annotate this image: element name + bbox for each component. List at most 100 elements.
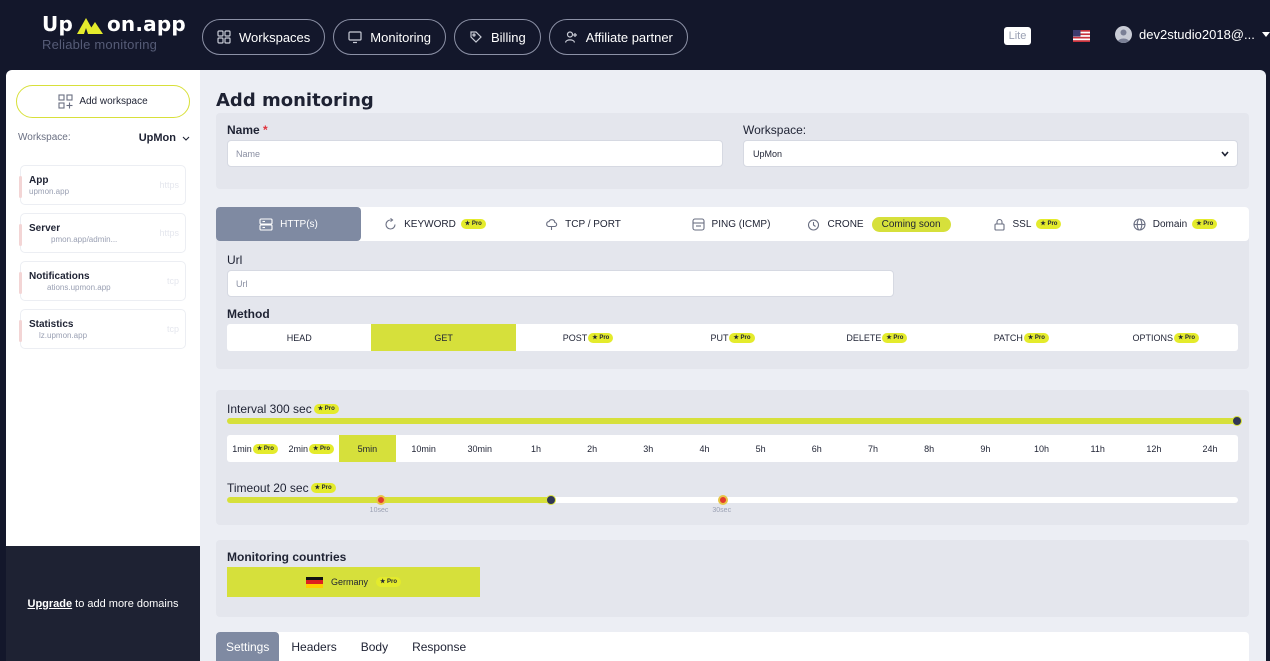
nav-label: Monitoring [370,29,431,45]
interval-2h[interactable]: 2h [564,435,620,462]
upgrade-link[interactable]: Upgrade [28,598,73,610]
nav-billing-button[interactable]: Billing [454,19,541,55]
interval-label: Interval 300 sec ★ Pro [227,402,339,416]
interval-3h[interactable]: 3h [620,435,676,462]
logo[interactable]: Up on.app Reliable monitoring [42,12,186,52]
interval-11h[interactable]: 11h [1070,435,1126,462]
method-delete[interactable]: DELETE ★ Pro [805,324,949,351]
grid-icon [217,30,231,44]
user-menu[interactable]: dev2studio2018@... [1115,26,1270,43]
method-selector: HEAD GET POST ★ Pro PUT ★ Pro DELETE ★ Pro … [227,324,1238,351]
workspace-selector[interactable]: Workspace: UpMon [18,132,190,144]
tab-ssl[interactable]: SSL ★ Pro [953,207,1101,241]
tab-https[interactable]: HTTP(s) [216,207,361,241]
site-item-server[interactable]: Server pmon.app/admin... https [19,213,186,253]
pro-badge-text: Pro [324,406,335,412]
nav-affiliate-button[interactable]: Affiliate partner [548,19,688,55]
pro-badge-text: Pro [1185,334,1196,341]
pro-badge: ★ Pro [1173,332,1200,343]
method-patch[interactable]: PATCH ★ Pro [949,324,1093,351]
site-item-app[interactable]: App upmon.app https [19,165,186,205]
url-input[interactable]: Url [227,270,894,297]
avatar-icon [1115,26,1132,43]
site-name: Server [29,223,61,234]
site-item-notifications[interactable]: Notifications ations.upmon.app tcp [19,261,186,301]
interval-7h[interactable]: 7h [845,435,901,462]
tab-settings[interactable]: Settings [216,632,280,661]
site-item-statistics[interactable]: Statistics lz.upmon.app tcp [19,309,186,349]
tab-tcp-port[interactable]: TCP / PORT [509,207,657,241]
method-head[interactable]: HEAD [227,324,371,351]
timeout-marker-label: 30sec [712,507,732,514]
tab-headers[interactable]: Headers [279,632,348,661]
method-label: Method [227,307,270,321]
method-put[interactable]: PUT ★ Pro [660,324,804,351]
interval-label-text: 1h [530,443,541,454]
tab-crone[interactable]: CRONE Coming soon [805,207,953,241]
nav-label: Billing [491,29,526,45]
pro-badge: ★ Pro [310,483,336,493]
pro-badge-text: Pro [387,579,398,585]
interval-label-text: Interval 300 sec [227,402,312,416]
interval-5h[interactable]: 5h [733,435,789,462]
add-workspace-label: Add workspace [79,96,148,107]
interval-label-text: 7h [867,443,878,454]
workspace-select[interactable]: UpMon [743,140,1238,167]
interval-5min[interactable]: 5min [339,435,396,462]
cloud-icon [546,218,558,230]
interval-slider-handle[interactable] [1232,416,1242,426]
interval-slider[interactable] [227,418,1238,424]
method-label-text: HEAD [286,332,312,343]
name-input[interactable]: Name [227,140,723,167]
interval-label-text: 12h [1146,443,1162,454]
tag-icon [470,31,482,43]
interval-10min[interactable]: 10min [396,435,452,462]
pro-badge: ★ Pro [308,443,335,454]
pro-badge-text: Pro [471,221,482,227]
interval-4h[interactable]: 4h [676,435,732,462]
page-title: Add monitoring [216,90,374,111]
site-status-bar [19,176,22,198]
site-url: lz.upmon.app [39,331,88,340]
tab-domain[interactable]: Domain ★ Pro [1101,207,1249,241]
user-plus-icon [564,31,577,43]
interval-1min[interactable]: 1min ★ Pro [227,435,283,462]
globe-icon [1133,217,1146,231]
interval-2min[interactable]: 2min ★ Pro [283,435,339,462]
tab-label: HTTP(s) [280,218,318,230]
interval-8h[interactable]: 8h [901,435,957,462]
nav-workspaces-button[interactable]: Workspaces [202,19,326,55]
site-url: upmon.app [29,187,70,196]
ping-icon [691,217,705,231]
country-germany[interactable]: Germany ★ Pro [227,567,480,597]
request-tabs: Settings Headers Body Response [216,632,1249,661]
interval-12h[interactable]: 12h [1126,435,1182,462]
nav-label: Workspaces [239,29,311,45]
interval-24h[interactable]: 24h [1182,435,1238,462]
add-workspace-button[interactable]: Add workspace [16,85,190,118]
interval-6h[interactable]: 6h [789,435,845,462]
timeout-slider-handle[interactable] [545,495,556,505]
interval-9h[interactable]: 9h [957,435,1013,462]
sidebar: Add workspace Workspace: UpMon App upmon… [6,70,200,546]
method-options[interactable]: OPTIONS ★ Pro [1094,324,1238,351]
brand-name-left: Up [42,12,73,36]
site-status-bar [19,320,22,342]
method-get[interactable]: GET [371,324,516,351]
interval-30min[interactable]: 30min [452,435,508,462]
us-flag-icon[interactable] [1073,30,1090,42]
interval-1h[interactable]: 1h [508,435,564,462]
nav-monitoring-button[interactable]: Monitoring [333,19,446,55]
lock-icon [993,218,1005,231]
site-name: App [29,175,49,186]
tab-response[interactable]: Response [400,632,478,661]
interval-label-text: 9h [980,443,991,454]
method-post[interactable]: POST ★ Pro [516,324,660,351]
tab-keyword[interactable]: KEYWORD ★ Pro [361,207,509,241]
site-name: Notifications [29,271,90,282]
tab-body[interactable]: Body [349,632,400,661]
interval-10h[interactable]: 10h [1013,435,1069,462]
tab-ping[interactable]: PING (ICMP) [657,207,805,241]
name-label-text: Name [227,123,260,137]
pro-badge-text: Pro [740,334,751,341]
